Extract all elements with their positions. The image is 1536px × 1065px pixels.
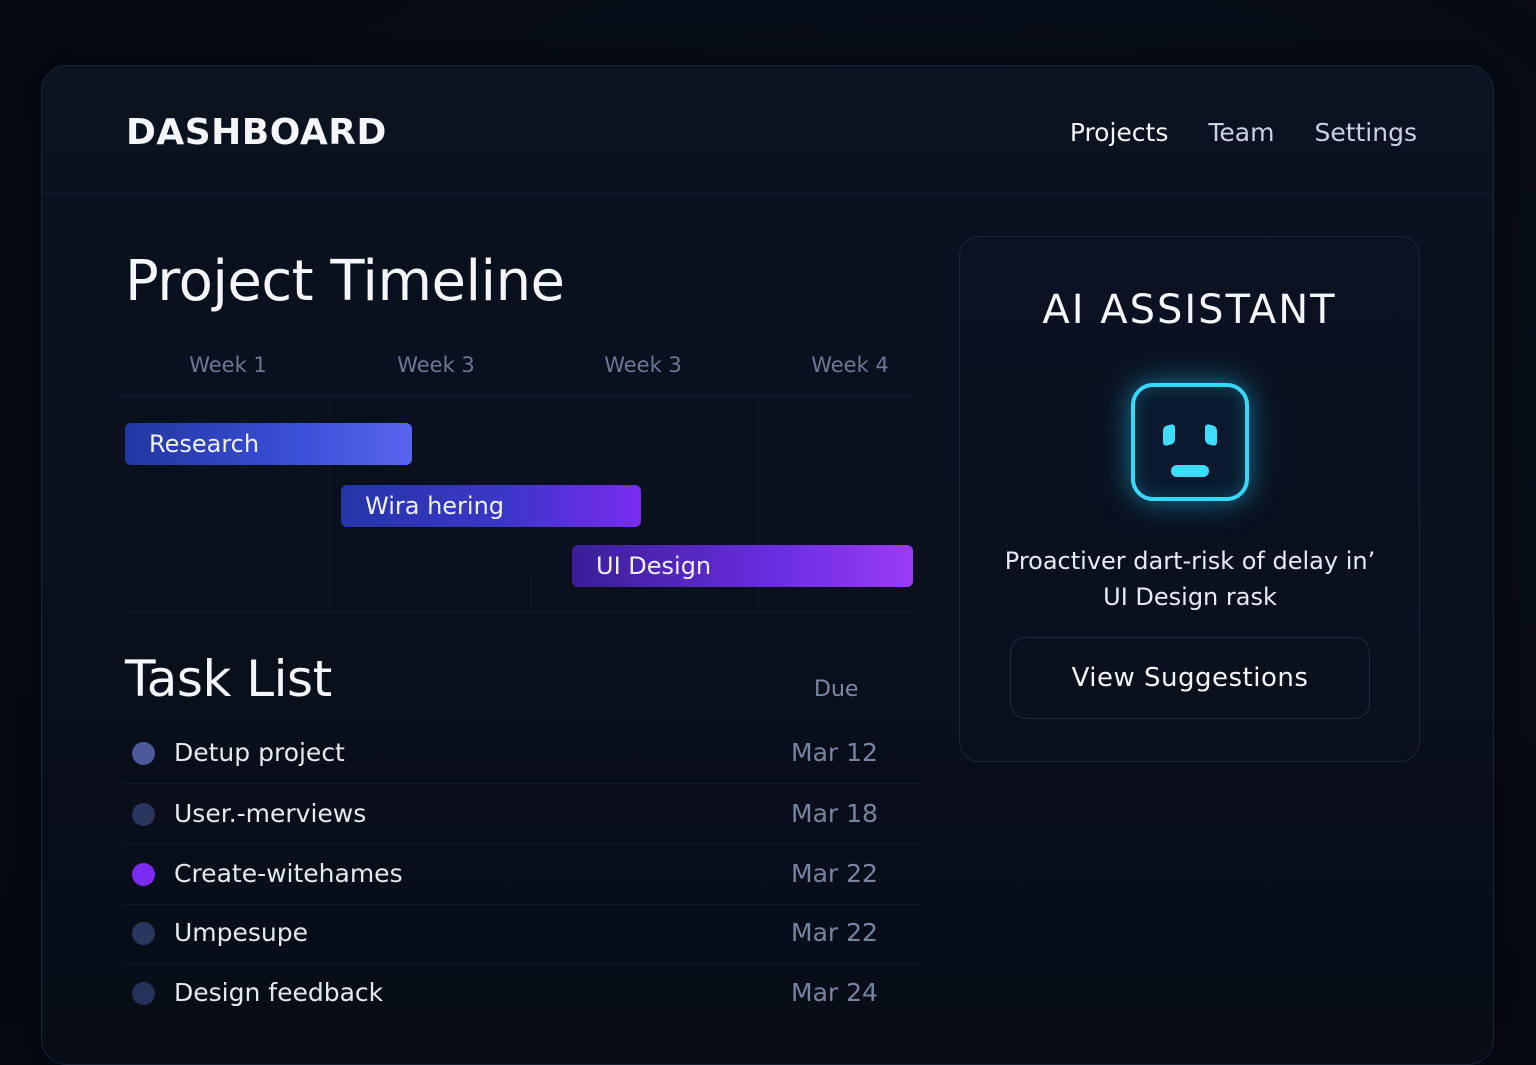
task-status-dot (132, 863, 155, 886)
top-bar: DASHBOARD Projects Team Settings (42, 66, 1493, 194)
task-due-date: Mar 18 (791, 799, 878, 828)
task-name: Umpesupe (174, 918, 309, 947)
task-status-dot (132, 742, 155, 765)
ai-assistant-message: Proactiver dart-risk of delay in’ UI Des… (1004, 547, 1376, 611)
main-nav: Projects Team Settings (1070, 118, 1417, 147)
task-due-date: Mar 22 (791, 918, 878, 947)
task-row[interactable]: Umpesupe Mar 22 (122, 904, 922, 964)
robot-face-icon (1131, 383, 1249, 501)
task-row[interactable]: Detup project Mar 12 (122, 724, 922, 784)
view-suggestions-button[interactable]: View Suggestions (1010, 637, 1370, 719)
task-name: Create-witehames (174, 859, 403, 888)
timeline-title: Project Timeline (125, 249, 565, 314)
week-label: Week 3 (397, 353, 475, 377)
week-label: Week 1 (189, 353, 267, 377)
task-row[interactable]: User.-merviews Mar 18 (122, 785, 922, 845)
ai-assistant-title: AI ASSISTANT (1042, 287, 1337, 333)
dashboard-window: DASHBOARD Projects Team Settings Project… (41, 65, 1494, 1065)
nav-settings[interactable]: Settings (1314, 118, 1417, 147)
task-row[interactable]: Create-witehames Mar 22 (122, 845, 922, 905)
task-name: Detup project (174, 738, 345, 767)
nav-projects[interactable]: Projects (1070, 118, 1169, 147)
task-status-dot (132, 803, 155, 826)
task-due-date: Mar 24 (791, 978, 878, 1007)
gantt-bar-ui-design[interactable]: UI Design (572, 545, 913, 587)
ai-assistant-card: AI ASSISTANT Proactiver dart-risk of del… (959, 236, 1420, 762)
week-header: Week 1 Week 3 Week 3 Week 4 (122, 353, 912, 397)
task-list-title: Task List (125, 650, 332, 708)
task-due-date: Mar 22 (791, 859, 878, 888)
task-status-dot (132, 982, 155, 1005)
gantt-chart: Research Wira hering UI Design (122, 397, 913, 613)
task-name: Design feedback (174, 978, 384, 1007)
robot-eye-icon (1163, 423, 1175, 447)
robot-eye-icon (1205, 423, 1217, 447)
brand-title: DASHBOARD (126, 112, 387, 153)
gantt-bar-wireframing[interactable]: Wira hering (341, 485, 641, 527)
week-label: Week 3 (604, 353, 682, 377)
task-name: User.-merviews (174, 799, 367, 828)
robot-mouth-icon (1171, 465, 1209, 477)
task-status-dot (132, 922, 155, 945)
task-due-date: Mar 12 (791, 738, 878, 767)
due-column-header: Due (814, 677, 859, 702)
week-label: Week 4 (811, 353, 889, 377)
task-row[interactable]: Design feedback Mar 24 (122, 964, 922, 1024)
gantt-bar-research[interactable]: Research (125, 423, 412, 465)
nav-team[interactable]: Team (1208, 118, 1274, 147)
